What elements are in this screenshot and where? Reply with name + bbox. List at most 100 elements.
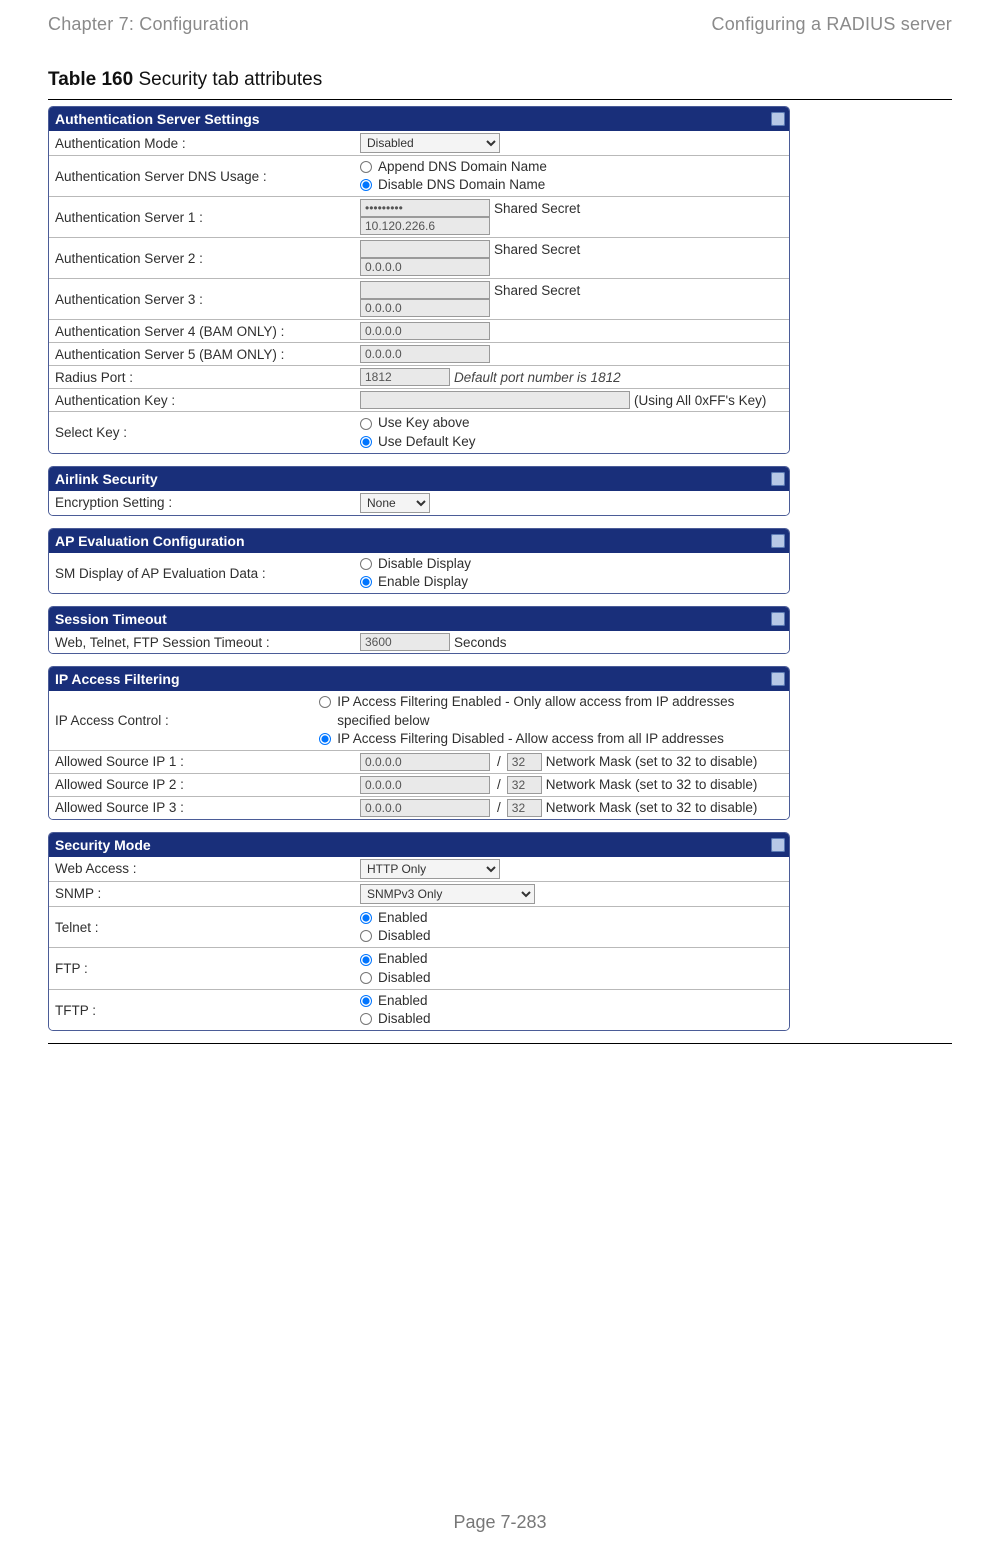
src-ip1-mask-input[interactable] [507,753,542,771]
auth-s2-label: Authentication Server 2 : [49,248,359,269]
snmp-select[interactable]: SNMPv3 Only [360,884,535,904]
table-caption: Table 160 Security tab attributes [48,69,952,91]
auth-key-input[interactable] [360,391,630,409]
panel-title: IP Access Filtering [55,671,180,687]
select-key-opt-default[interactable]: Use Default Key [360,433,783,451]
select-key-label: Select Key : [49,422,359,443]
auth-s4-ip-input[interactable] [360,322,490,340]
snmp-label: SNMP : [49,883,359,904]
session-timeout-unit: Seconds [454,635,507,650]
auth-s5-label: Authentication Server 5 (BAM ONLY) : [49,344,359,365]
slash-divider: / [494,754,503,769]
panel-title: Security Mode [55,837,151,853]
auth-dns-opt-append[interactable]: Append DNS Domain Name [360,158,783,176]
tftp-enabled[interactable]: Enabled [360,992,783,1010]
src-ip2-label: Allowed Source IP 2 : [49,774,359,795]
web-access-label: Web Access : [49,858,359,879]
ftp-enabled[interactable]: Enabled [360,950,783,968]
caption-rule [48,99,952,100]
telnet-disabled[interactable]: Disabled [360,927,783,945]
mask-hint: Network Mask (set to 32 to disable) [546,754,758,769]
collapse-icon[interactable] [771,534,785,548]
auth-mode-label: Authentication Mode : [49,133,359,154]
ftp-disabled[interactable]: Disabled [360,969,783,987]
panel-ipfilter: IP Access Filtering IP Access Control : … [48,666,790,820]
auth-s1-secret-input[interactable] [360,199,490,217]
auth-key-hint: (Using All 0xFF's Key) [634,393,766,408]
panel-apeval: AP Evaluation Configuration SM Display o… [48,528,790,594]
slash-divider: / [494,800,503,815]
radius-port-input[interactable] [360,368,450,386]
auth-key-label: Authentication Key : [49,390,359,411]
radius-port-hint: Default port number is 1812 [454,370,621,385]
src-ip2-input[interactable] [360,776,490,794]
ip-access-control-label: IP Access Control : [49,710,318,731]
auth-mode-select[interactable]: Disabled [360,133,500,153]
panel-auth: Authentication Server Settings Authentic… [48,106,790,454]
header-right: Configuring a RADIUS server [712,14,953,35]
caption-text: Security tab attributes [133,69,322,90]
panel-title: Authentication Server Settings [55,111,260,127]
panel-head-auth[interactable]: Authentication Server Settings [49,107,789,131]
caption-number: Table 160 [48,69,133,90]
apeval-label: SM Display of AP Evaluation Data : [49,563,359,584]
src-ip1-label: Allowed Source IP 1 : [49,751,359,772]
auth-s2-secret-input[interactable] [360,240,490,258]
header-left: Chapter 7: Configuration [48,14,249,35]
telnet-enabled[interactable]: Enabled [360,909,783,927]
mask-hint: Network Mask (set to 32 to disable) [546,777,758,792]
auth-dns-opt-disable[interactable]: Disable DNS Domain Name [360,176,783,194]
auth-s1-ip-input[interactable] [360,217,490,235]
panel-airlink: Airlink Security Encryption Setting : No… [48,466,790,516]
collapse-icon[interactable] [771,112,785,126]
end-rule [48,1043,952,1044]
panel-security-mode: Security Mode Web Access : HTTP Only SNM… [48,832,790,1031]
panel-title: AP Evaluation Configuration [55,533,245,549]
apeval-opt-enable[interactable]: Enable Display [360,573,783,591]
collapse-icon[interactable] [771,472,785,486]
auth-s3-secret-input[interactable] [360,281,490,299]
encryption-label: Encryption Setting : [49,492,359,513]
panel-head-airlink[interactable]: Airlink Security [49,467,789,491]
auth-s3-secret-text: Shared Secret [494,283,580,298]
src-ip3-mask-input[interactable] [507,799,542,817]
panel-head-security-mode[interactable]: Security Mode [49,833,789,857]
encryption-select[interactable]: None [360,493,430,513]
panel-head-apeval[interactable]: AP Evaluation Configuration [49,529,789,553]
panel-title: Session Timeout [55,611,167,627]
panel-title: Airlink Security [55,471,158,487]
auth-dns-label: Authentication Server DNS Usage : [49,166,359,187]
src-ip2-mask-input[interactable] [507,776,542,794]
tftp-label: TFTP : [49,1000,359,1021]
auth-s3-label: Authentication Server 3 : [49,289,359,310]
slash-divider: / [494,777,503,792]
panel-head-session[interactable]: Session Timeout [49,607,789,631]
document-footer: Page 7-283 [0,1512,1000,1533]
src-ip3-input[interactable] [360,799,490,817]
auth-s3-ip-input[interactable] [360,299,490,317]
src-ip1-input[interactable] [360,753,490,771]
auth-s1-secret-text: Shared Secret [494,201,580,216]
session-timeout-label: Web, Telnet, FTP Session Timeout : [49,632,359,653]
collapse-icon[interactable] [771,838,785,852]
tftp-disabled[interactable]: Disabled [360,1010,783,1028]
session-timeout-input[interactable] [360,633,450,651]
auth-s2-ip-input[interactable] [360,258,490,276]
ipfilter-opt-enabled[interactable]: IP Access Filtering Enabled - Only allow… [319,693,761,729]
mask-hint: Network Mask (set to 32 to disable) [546,800,758,815]
panel-head-ipfilter[interactable]: IP Access Filtering [49,667,789,691]
select-key-opt-above[interactable]: Use Key above [360,414,783,432]
ftp-label: FTP : [49,958,359,979]
src-ip3-label: Allowed Source IP 3 : [49,797,359,818]
web-access-select[interactable]: HTTP Only [360,859,500,879]
collapse-icon[interactable] [771,612,785,626]
radius-port-label: Radius Port : [49,367,359,388]
collapse-icon[interactable] [771,672,785,686]
auth-s5-ip-input[interactable] [360,345,490,363]
apeval-opt-disable[interactable]: Disable Display [360,555,783,573]
ipfilter-opt-disabled[interactable]: IP Access Filtering Disabled - Allow acc… [319,730,761,748]
auth-s4-label: Authentication Server 4 (BAM ONLY) : [49,321,359,342]
panel-session: Session Timeout Web, Telnet, FTP Session… [48,606,790,654]
document-header: Chapter 7: Configuration Configuring a R… [48,14,952,35]
telnet-label: Telnet : [49,917,359,938]
